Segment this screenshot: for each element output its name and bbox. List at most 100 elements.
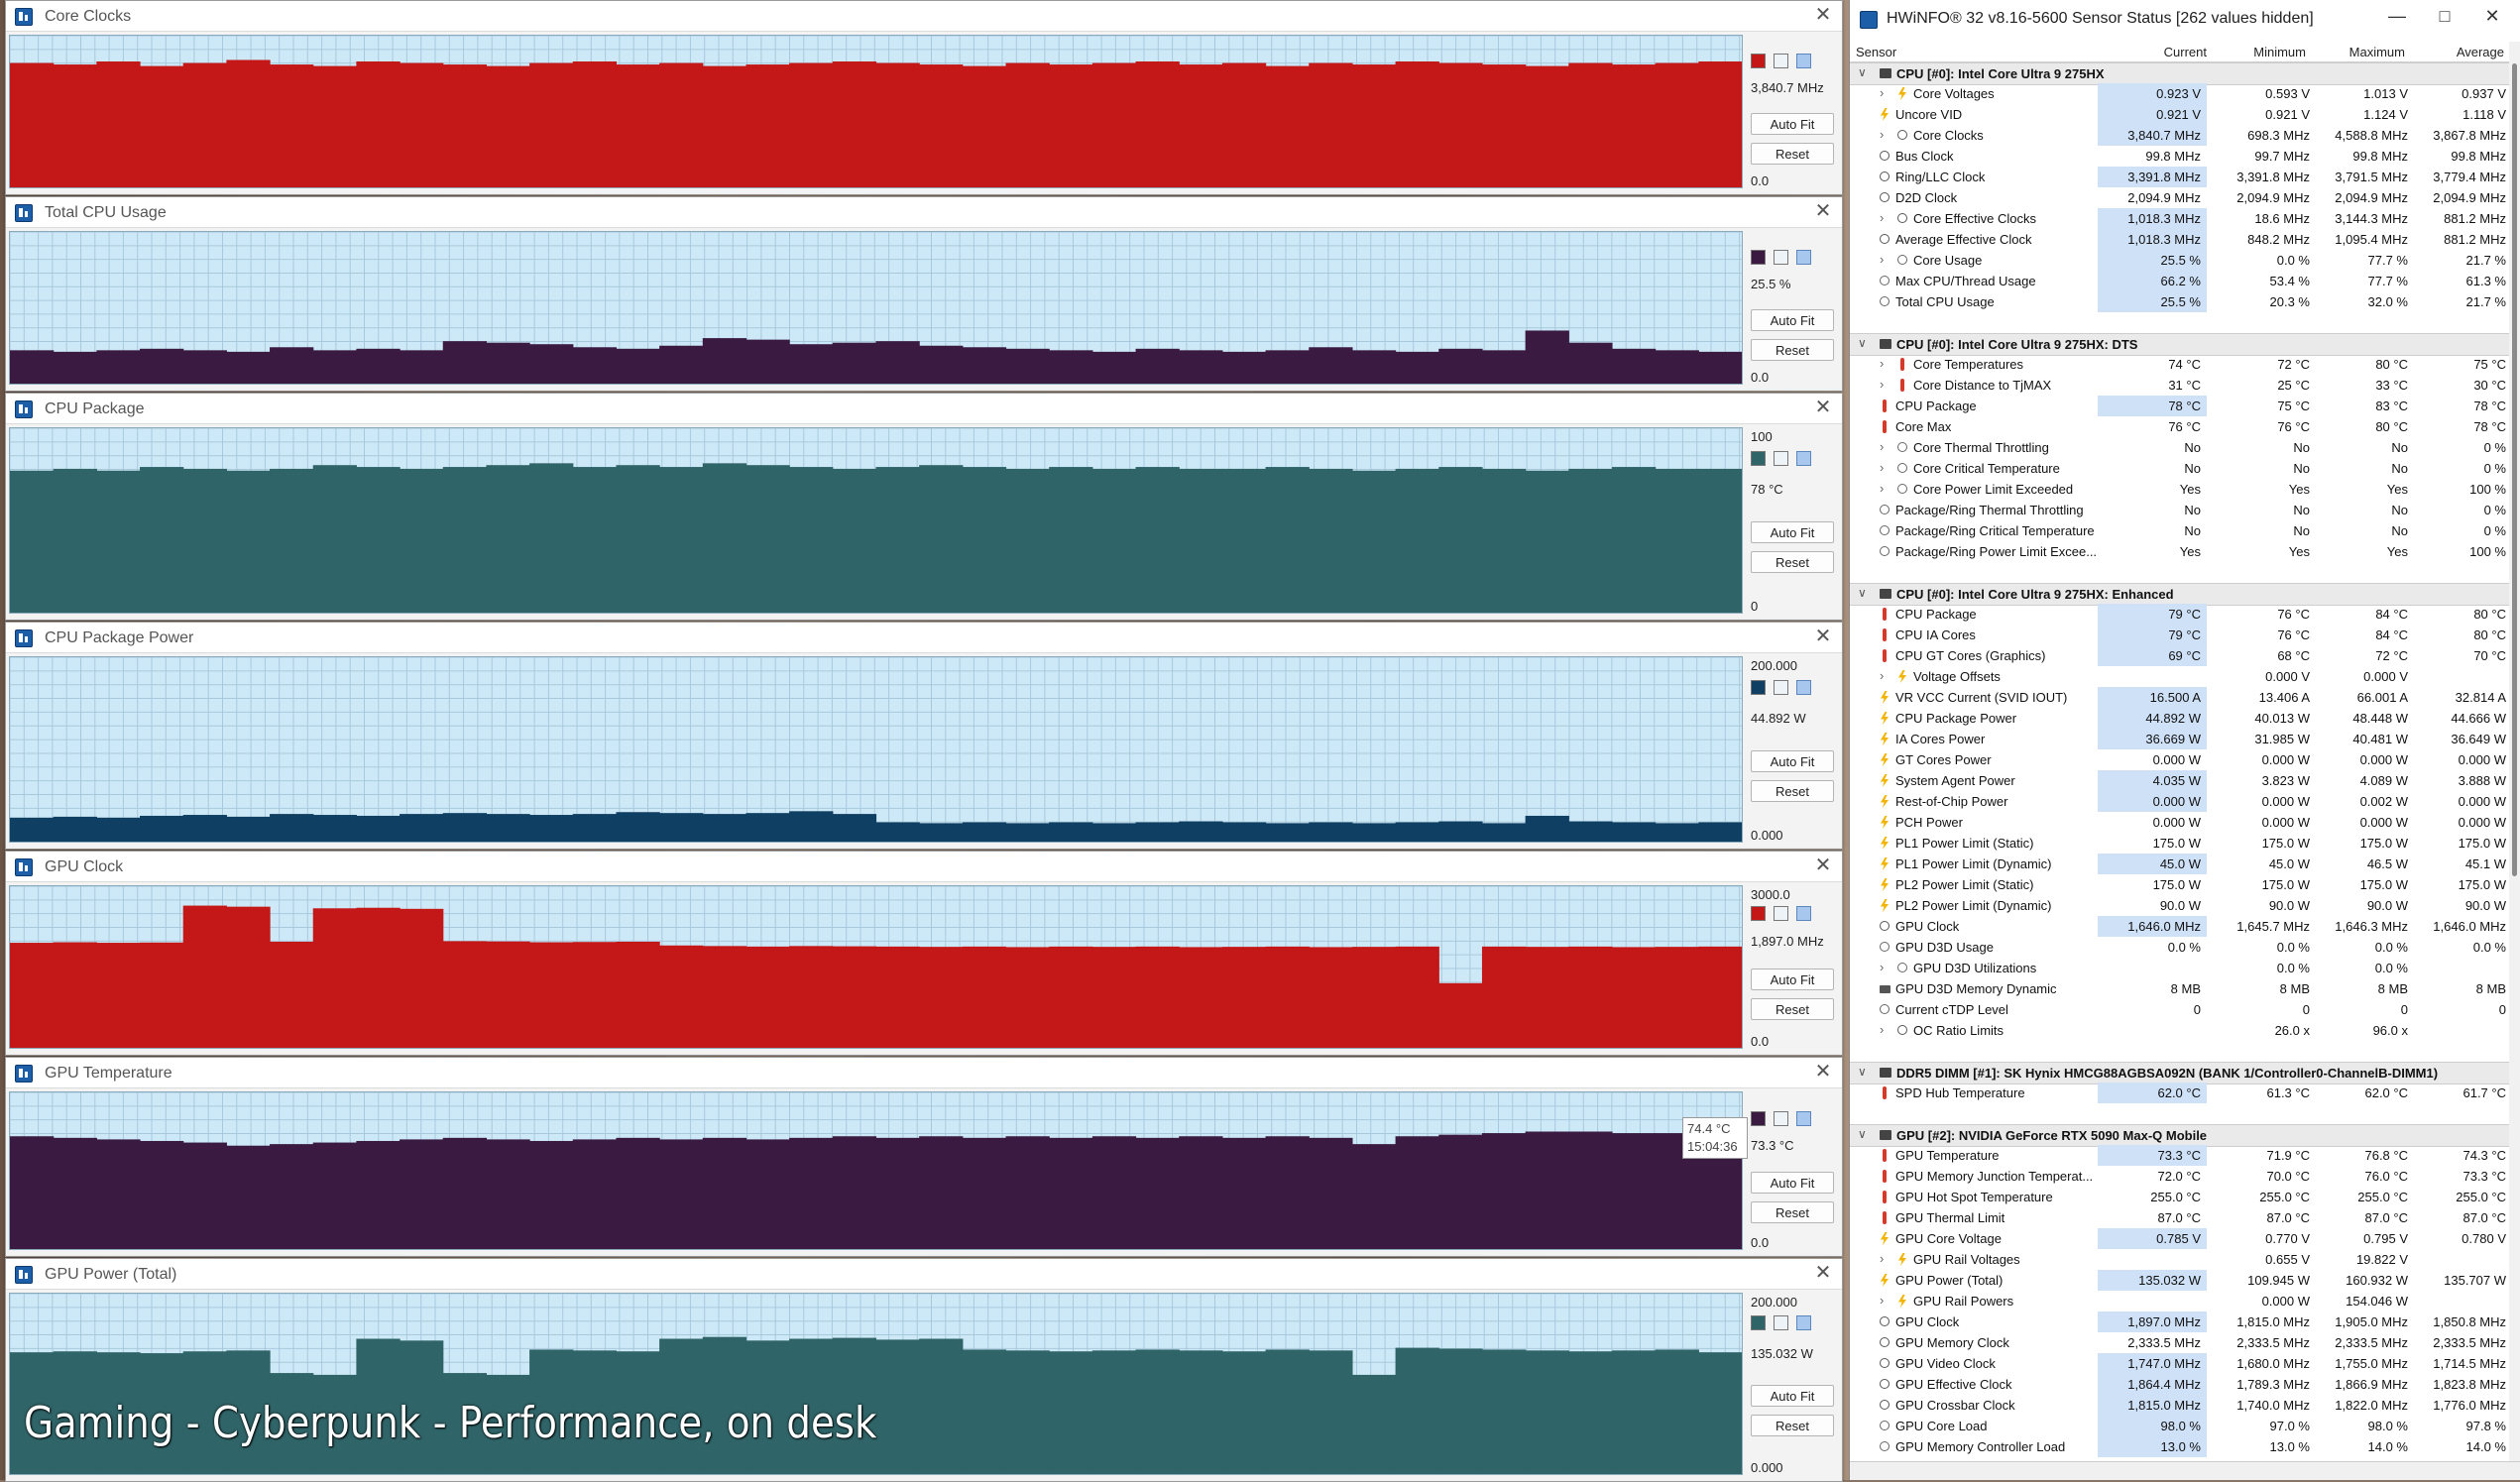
sensor-row[interactable]: PL2 Power Limit (Static) 175.0 W 175.0 W 17… (1850, 874, 2509, 895)
chevron-right-icon[interactable]: › (1880, 668, 1884, 683)
reset-button[interactable]: Reset (1751, 339, 1834, 361)
color-swatch[interactable] (1796, 54, 1811, 68)
graph-window-gpu-clock[interactable]: GPU Clock ✕ 3000.0 1,897.0 MHz Auto Fit … (5, 851, 1843, 1056)
graph-titlebar[interactable]: Core Clocks ✕ (6, 1, 1842, 32)
col-minimum[interactable]: Minimum (2236, 45, 2306, 59)
sensor-row[interactable]: IA Cores Power 36.669 W 31.985 W 40.481 W 36… (1850, 729, 2509, 749)
sensor-group-header[interactable]: ∨ GPU [#2]: NVIDIA GeForce RTX 5090 Max-… (1850, 1124, 2509, 1147)
chevron-right-icon[interactable]: › (1880, 439, 1884, 454)
auto-fit-button[interactable]: Auto Fit (1751, 1172, 1834, 1194)
sensor-row[interactable]: GPU Memory Junction Temperat... 72.0 °C 70… (1850, 1166, 2509, 1187)
vertical-scrollbar[interactable] (2509, 42, 2520, 1462)
graph-window-cpu-package-power[interactable]: CPU Package Power ✕ 200.000 44.892 W Aut… (5, 622, 1843, 850)
auto-fit-button[interactable]: Auto Fit (1751, 1385, 1834, 1407)
sensor-row[interactable]: Total CPU Usage 25.5 % 20.3 % 32.0 % 21.7 % (1850, 291, 2509, 312)
sensor-row[interactable]: › GPU Rail Powers 0.000 W 154.046 W (1850, 1291, 2509, 1311)
auto-fit-button[interactable]: Auto Fit (1751, 750, 1834, 772)
sensor-row[interactable]: PL2 Power Limit (Dynamic) 90.0 W 90.0 W 90.… (1850, 895, 2509, 916)
scrollbar-thumb[interactable] (2512, 63, 2517, 876)
color-swatch[interactable] (1796, 451, 1811, 466)
sensor-row[interactable]: Core Max 76 °C 76 °C 80 °C 78 °C (1850, 416, 2509, 437)
sensor-row[interactable]: PL1 Power Limit (Static) 175.0 W 175.0 W 17… (1850, 833, 2509, 854)
color-swatch[interactable] (1796, 906, 1811, 921)
graph-titlebar[interactable]: CPU Package ✕ (6, 394, 1842, 424)
color-swatch[interactable] (1751, 1111, 1766, 1126)
color-swatch[interactable] (1751, 1315, 1766, 1330)
close-icon[interactable]: ✕ (1812, 1061, 1834, 1083)
chevron-right-icon[interactable]: › (1880, 377, 1884, 392)
sensor-row[interactable]: GT Cores Power 0.000 W 0.000 W 0.000 W 0.000… (1850, 749, 2509, 770)
graph-plot-area[interactable] (9, 35, 1743, 188)
minimize-icon[interactable]: — (2382, 6, 2412, 30)
graph-plot-area[interactable] (9, 656, 1743, 843)
color-swatch[interactable] (1774, 54, 1788, 68)
sensor-row[interactable]: CPU GT Cores (Graphics) 69 °C 68 °C 72 °C 70… (1850, 645, 2509, 666)
sensor-row[interactable]: GPU Temperature 73.3 °C 71.9 °C 76.8 °C 74.3… (1850, 1145, 2509, 1166)
sensor-row[interactable]: › GPU Rail Voltages 0.655 V 19.822 V (1850, 1249, 2509, 1270)
sensor-row[interactable]: › Core Usage 25.5 % 0.0 % 77.7 % 21.7 % (1850, 250, 2509, 271)
sensor-row[interactable]: Uncore VID 0.921 V 0.921 V 1.124 V 1.118 V (1850, 104, 2509, 125)
chevron-right-icon[interactable]: › (1880, 127, 1884, 142)
sensor-row[interactable]: GPU Core Voltage 0.785 V 0.770 V 0.795 V 0.7… (1850, 1228, 2509, 1249)
sensor-row[interactable]: GPU Effective Clock 1,864.4 MHz 1,789.3 MH… (1850, 1374, 2509, 1395)
chevron-right-icon[interactable]: › (1880, 210, 1884, 225)
close-icon[interactable]: ✕ (1812, 626, 1834, 647)
sensor-row[interactable]: GPU Crossbar Clock 1,815.0 MHz 1,740.0 MHz… (1850, 1395, 2509, 1416)
sensor-row[interactable]: GPU Core Load 98.0 % 97.0 % 98.0 % 97.8 % (1850, 1416, 2509, 1436)
sensor-row[interactable]: D2D Clock 2,094.9 MHz 2,094.9 MHz 2,094.9 M… (1850, 187, 2509, 208)
sensor-row[interactable]: SPD Hub Temperature 62.0 °C 61.3 °C 62.0 °C… (1850, 1083, 2509, 1103)
chevron-right-icon[interactable]: › (1880, 481, 1884, 496)
graph-plot-area[interactable] (9, 427, 1743, 614)
sensor-row[interactable]: › Core Voltages 0.923 V 0.593 V 1.013 V 0.937… (1850, 83, 2509, 104)
color-swatch[interactable] (1774, 906, 1788, 921)
col-sensor[interactable]: Sensor (1856, 45, 1896, 59)
sensor-row[interactable]: System Agent Power 4.035 W 3.823 W 4.089 W 3… (1850, 770, 2509, 791)
color-swatch[interactable] (1774, 680, 1788, 695)
auto-fit-button[interactable]: Auto Fit (1751, 969, 1834, 990)
graph-plot-area[interactable] (9, 1091, 1743, 1250)
sensor-row[interactable]: Package/Ring Critical Temperature No No No 0… (1850, 520, 2509, 541)
sensor-row[interactable]: GPU Hot Spot Temperature 255.0 °C 255.0 °C… (1850, 1187, 2509, 1207)
sensor-row[interactable]: Average Effective Clock 1,018.3 MHz 848.2 … (1850, 229, 2509, 250)
graph-titlebar[interactable]: Total CPU Usage ✕ (6, 197, 1842, 228)
chevron-down-icon[interactable]: ∨ (1858, 336, 1867, 350)
sensor-row[interactable]: Max CPU/Thread Usage 66.2 % 53.4 % 77.7 % 61… (1850, 271, 2509, 291)
color-swatch[interactable] (1796, 250, 1811, 265)
graph-window-total-cpu-usage[interactable]: Total CPU Usage ✕ 25.5 % Auto Fit Reset … (5, 196, 1843, 392)
graph-window-cpu-package[interactable]: CPU Package ✕ 100 78 °C Auto Fit Reset 0 (5, 393, 1843, 621)
close-icon[interactable]: ✕ (1812, 200, 1834, 222)
sensor-row[interactable]: GPU D3D Usage 0.0 % 0.0 % 0.0 % 0.0 % (1850, 937, 2509, 958)
sensor-row[interactable]: › Core Power Limit Exceeded Yes Yes Yes 100 % (1850, 479, 2509, 500)
sensor-row[interactable]: GPU Clock 1,897.0 MHz 1,815.0 MHz 1,905.0 M… (1850, 1311, 2509, 1332)
graph-titlebar[interactable]: GPU Clock ✕ (6, 852, 1842, 882)
color-swatch[interactable] (1774, 250, 1788, 265)
sensor-row[interactable]: GPU Power (Total) 135.032 W 109.945 W 160.9… (1850, 1270, 2509, 1291)
sensor-row[interactable]: PCH Power 0.000 W 0.000 W 0.000 W 0.000 W (1850, 812, 2509, 833)
graph-plot-area[interactable] (9, 231, 1743, 385)
color-swatch[interactable] (1774, 1111, 1788, 1126)
graph-window-gpu-power-total[interactable]: GPU Power (Total) ✕ 200.000 135.032 W Au… (5, 1258, 1843, 1482)
sensor-row[interactable]: › GPU D3D Utilizations 0.0 % 0.0 % (1850, 958, 2509, 978)
sensor-group-header[interactable]: ∨ CPU [#0]: Intel Core Ultra 9 275HX: DT… (1850, 333, 2509, 356)
sensor-row[interactable]: VR VCC Current (SVID IOUT) 16.500 A 13.406… (1850, 687, 2509, 708)
color-swatch[interactable] (1796, 1111, 1811, 1126)
graph-titlebar[interactable]: GPU Power (Total) ✕ (6, 1259, 1842, 1290)
sensor-row[interactable]: › Core Effective Clocks 1,018.3 MHz 18.6 MH… (1850, 208, 2509, 229)
sensor-row[interactable]: GPU Memory Controller Load 13.0 % 13.0 % 14… (1850, 1436, 2509, 1457)
close-icon[interactable]: ✕ (1812, 855, 1834, 876)
sensor-row[interactable]: Bus Clock 99.8 MHz 99.7 MHz 99.8 MHz 99.8 MH… (1850, 146, 2509, 167)
graph-window-gpu-temperature[interactable]: GPU Temperature ✕ 73.3 °C Auto Fit Reset… (5, 1057, 1843, 1257)
close-icon[interactable]: ✕ (2477, 6, 2507, 30)
sensor-row[interactable]: Package/Ring Power Limit Excee... Yes Yes Y… (1850, 541, 2509, 562)
chevron-right-icon[interactable]: › (1880, 1251, 1884, 1266)
reset-button[interactable]: Reset (1751, 1201, 1834, 1223)
chevron-down-icon[interactable]: ∨ (1858, 65, 1867, 79)
auto-fit-button[interactable]: Auto Fit (1751, 309, 1834, 331)
reset-button[interactable]: Reset (1751, 998, 1834, 1020)
col-current[interactable]: Current (2147, 45, 2207, 59)
chevron-down-icon[interactable]: ∨ (1858, 1127, 1867, 1141)
sensor-group-header[interactable]: ∨ DDR5 DIMM [#1]: SK Hynix HMCG88AGBSA09… (1850, 1062, 2509, 1084)
sensor-group-header[interactable]: ∨ CPU [#0]: Intel Core Ultra 9 275HX: En… (1850, 583, 2509, 606)
maximize-icon[interactable]: □ (2430, 6, 2460, 30)
chevron-right-icon[interactable]: › (1880, 1022, 1884, 1037)
